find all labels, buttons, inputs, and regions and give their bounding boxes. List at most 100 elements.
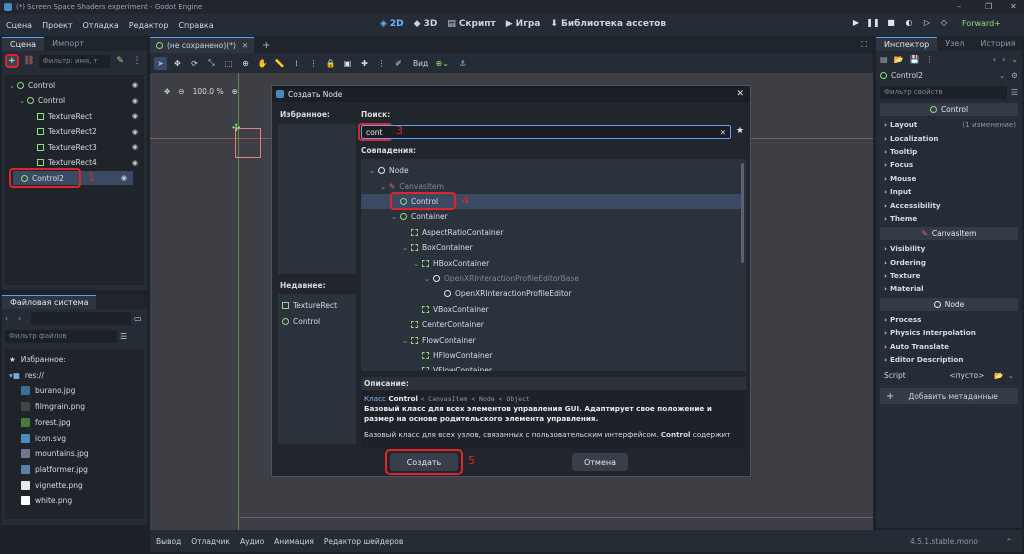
scene-tree-item[interactable]: TextureRect2 ◉ (29, 125, 144, 139)
tab-import[interactable]: Импорт (44, 37, 92, 51)
save-resource-icon[interactable]: 💾 (910, 55, 920, 64)
tab-node[interactable]: Узел (937, 37, 972, 51)
fs-item[interactable]: platformer.jpg (21, 462, 88, 477)
new-resource-icon[interactable]: ▤ (880, 55, 888, 64)
fs-item[interactable]: ★ Избранное: (9, 352, 66, 367)
scale-tool-icon[interactable]: ⤡ (205, 57, 218, 70)
match-item[interactable]: HFlowContainer (361, 348, 741, 363)
panel-toggle-icon[interactable]: ⌃ (1006, 537, 1012, 546)
pan-tool-icon[interactable]: ✋ (256, 57, 269, 70)
close-window-icon[interactable]: ✕ (1010, 2, 1017, 11)
fs-item[interactable]: vignette.png (21, 478, 83, 493)
fs-filter-input[interactable]: Фильтр файлов (5, 329, 117, 343)
search-input[interactable]: cont ✕ (361, 125, 731, 139)
bottom-tab[interactable]: Отладчик (191, 537, 230, 546)
fs-item[interactable]: white.png (21, 493, 72, 508)
tree-arrow-icon[interactable]: ⌄ (19, 96, 27, 105)
visibility-icon[interactable]: ◉ (121, 174, 127, 182)
property-group[interactable]: › Layout (1 изменение) (876, 118, 1022, 131)
visibility-icon[interactable]: ◉ (132, 112, 138, 120)
section-header[interactable]: ✎ CanvasItem (880, 227, 1018, 241)
match-item[interactable]: ⌄ Container (361, 209, 741, 224)
fs-path-input[interactable] (31, 311, 131, 325)
fs-item[interactable]: burano.jpg (21, 383, 75, 398)
attach-script-icon[interactable]: ✎ (113, 54, 127, 68)
property-group[interactable]: › Tooltip (876, 145, 1022, 158)
clear-search-icon[interactable]: ✕ (720, 128, 726, 137)
tab-history[interactable]: История (972, 37, 1023, 51)
scene-menu-icon[interactable]: ⋮ (130, 54, 144, 68)
ruler-tool-icon[interactable]: 📏 (273, 57, 286, 70)
bottom-tab[interactable]: Аудио (240, 537, 264, 546)
history-list-icon[interactable]: ⌄ (1011, 55, 1018, 64)
snap-options-icon[interactable]: ⋮ (307, 57, 320, 70)
visibility-icon[interactable]: ◉ (132, 81, 138, 89)
tab-filesystem[interactable]: Файловая система (2, 295, 97, 309)
resource-menu-icon[interactable]: ⋮ (926, 55, 934, 64)
new-tab-icon[interactable]: + (262, 40, 270, 51)
object-menu-icon[interactable]: ⚙ (1011, 71, 1018, 80)
property-group[interactable]: › Physics Interpolation (876, 326, 1022, 339)
skeleton-icon[interactable]: ⋮ (375, 57, 388, 70)
filter-options-icon[interactable]: ☰ (1011, 88, 1018, 97)
property-group[interactable]: › Focus (876, 158, 1022, 171)
zoom-level[interactable]: 100.0 % (193, 87, 224, 96)
bottom-tab[interactable]: Вывод (156, 537, 181, 546)
mode-script[interactable]: ▤ Скрипт (447, 19, 495, 29)
add-node-button[interactable]: + (5, 54, 19, 68)
create-button[interactable]: Создать (390, 453, 458, 471)
property-group[interactable]: › Material (876, 282, 1022, 295)
match-item[interactable]: ⌄ Node (361, 163, 741, 178)
menu-item[interactable]: Проект (42, 21, 72, 30)
pause-icon[interactable]: ❚❚ (866, 18, 880, 31)
property-group[interactable]: › Auto Translate (876, 339, 1022, 352)
move-tool-icon[interactable]: ✥ (171, 57, 184, 70)
zoom-out-icon[interactable]: ⊖ (178, 87, 184, 96)
bone-icon[interactable]: ✚ (358, 57, 371, 70)
maximize-icon[interactable]: ❐ (985, 2, 992, 11)
tree-arrow-icon[interactable]: ⌄ (380, 182, 389, 191)
match-item[interactable]: ⌄ OpenXRInteractionProfileEditorBase (361, 271, 741, 286)
script-dropdown-icon[interactable]: ⌄ (1008, 371, 1014, 380)
property-group[interactable]: › Ordering (876, 256, 1022, 269)
visibility-icon[interactable]: ◉ (132, 97, 138, 105)
property-group[interactable]: › Input (876, 185, 1022, 198)
script-load-icon[interactable]: 📂 (994, 371, 1003, 380)
instance-scene-icon[interactable]: ⛓ (22, 54, 36, 68)
pan-icon[interactable]: ✥ (164, 87, 170, 96)
play-icon[interactable]: ▶ (849, 18, 863, 31)
close-tab-icon[interactable]: ✕ (242, 41, 248, 50)
node-selector[interactable]: Control2 ⌄ ⚙ (876, 67, 1022, 83)
tree-arrow-icon[interactable]: ⌄ (369, 166, 378, 175)
forward-icon[interactable]: › (18, 314, 28, 323)
scene-tree-item[interactable]: ⌄ Control ◉ (19, 94, 144, 108)
zoom-in-icon[interactable]: ⊕ (232, 87, 238, 96)
tree-arrow-icon[interactable]: ⌄ (413, 259, 422, 268)
mode-3d[interactable]: ◆ 3D (414, 19, 438, 29)
back-icon[interactable]: ‹ (5, 314, 15, 323)
tree-arrow-icon[interactable]: ⌄ (9, 81, 17, 90)
selectable-tool-icon[interactable]: ⬚ (222, 57, 235, 70)
play-scene-icon[interactable]: ▷ (920, 18, 934, 31)
property-group[interactable]: › Accessibility (876, 198, 1022, 211)
renderer-select[interactable]: Forward+ (962, 19, 1001, 28)
pivot-tool-icon[interactable]: ⊕ (239, 57, 252, 70)
edit-icon[interactable]: ✐ (392, 57, 405, 70)
section-header[interactable]: Control (880, 103, 1018, 116)
view-menu[interactable]: Вид (413, 59, 428, 68)
close-dialog-icon[interactable]: ✕ (736, 89, 744, 99)
fs-item[interactable]: filmgrain.png (21, 399, 85, 414)
tab-scene[interactable]: Сцена (2, 37, 45, 51)
fs-item[interactable]: icon.svg (21, 431, 66, 446)
fs-item[interactable]: forest.jpg (21, 415, 71, 430)
scene-tree-item[interactable]: TextureRect3 ◉ (29, 140, 144, 154)
menu-item[interactable]: Редактор (129, 21, 169, 30)
stop-icon[interactable]: ■ (884, 18, 898, 31)
anchor-icon[interactable]: ⚓ (456, 57, 469, 70)
bottom-tab[interactable]: Редактор шейдеров (324, 537, 403, 546)
mode-2d[interactable]: ◈ 2D (380, 19, 404, 29)
remote-debug-icon[interactable]: ◐ (902, 18, 916, 31)
scene-tab[interactable]: (не сохранено)(*) ✕ (150, 37, 255, 53)
menu-item[interactable]: Отладка (83, 21, 119, 30)
property-filter-input[interactable]: Фильтр свойств (880, 85, 1007, 99)
